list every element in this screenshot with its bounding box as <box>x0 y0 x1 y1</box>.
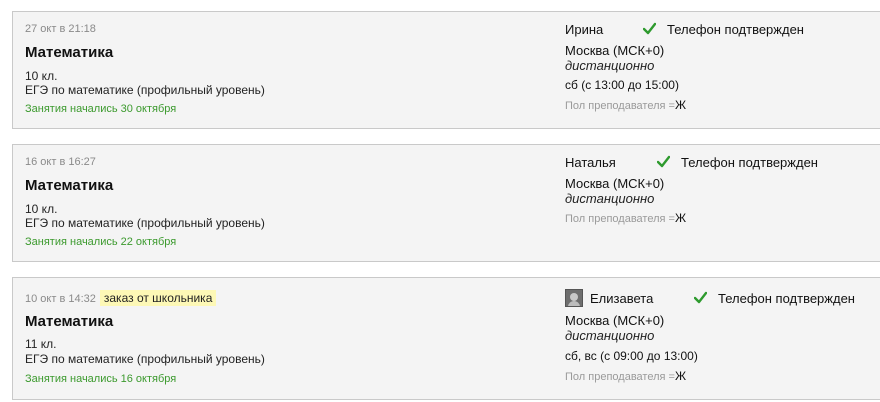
phone-status-label: Телефон подтвержден <box>681 155 818 170</box>
subject-title[interactable]: Математика <box>25 177 113 194</box>
schedule-label: сб (с 13:00 до 15:00) <box>565 78 679 92</box>
avatar-icon[interactable] <box>565 289 583 307</box>
tutor-gender-label: Пол преподавателя = <box>565 371 675 383</box>
tutor-gender: Пол преподавателя =Ж <box>565 98 686 112</box>
student-info: Елизавета Телефон подтвержден Москва (МС… <box>565 278 880 399</box>
lesson-mode: дистанционно <box>565 191 655 206</box>
student-name[interactable]: Наталья <box>565 155 616 170</box>
city-label: Москва (МСК+0) <box>565 43 665 58</box>
request-card[interactable]: 27 окт в 21:18 Математика 10 кл. ЕГЭ по … <box>12 11 880 129</box>
grade-label: 10 кл. <box>25 69 58 83</box>
student-order-badge: заказ от школьника <box>99 290 217 306</box>
phone-status-label: Телефон подтвержден <box>667 22 804 37</box>
request-timestamp: 27 окт в 21:18 <box>25 23 96 35</box>
request-card[interactable]: 10 окт в 14:32 заказ от школьника Математ… <box>12 277 880 400</box>
exam-label: ЕГЭ по математике (профильный уровень) <box>25 83 265 97</box>
city-label: Москва (МСК+0) <box>565 313 665 328</box>
request-card[interactable]: 16 окт в 16:27 Математика 10 кл. ЕГЭ по … <box>12 144 880 262</box>
lesson-mode: дистанционно <box>565 328 655 343</box>
grade-label: 10 кл. <box>25 202 58 216</box>
student-name[interactable]: Елизавета <box>590 291 653 306</box>
tutor-gender-value: Ж <box>674 369 687 383</box>
student-info: Ирина Телефон подтвержден Москва (МСК+0)… <box>565 12 880 128</box>
phone-status-label: Телефон подтвержден <box>718 291 855 306</box>
tutor-gender-label: Пол преподавателя = <box>565 213 675 225</box>
schedule-label: сб, вс (с 09:00 до 13:00) <box>565 349 698 363</box>
student-info: Наталья Телефон подтвержден Москва (МСК+… <box>565 145 880 261</box>
tutor-gender-label: Пол преподавателя = <box>565 100 675 112</box>
lessons-started-status: Занятия начались 30 октября <box>25 103 177 115</box>
phone-status: Телефон подтвержден <box>657 155 818 170</box>
check-icon <box>694 291 707 304</box>
tutor-gender-value: Ж <box>674 211 687 225</box>
request-timestamp: 10 окт в 14:32 заказ от школьника <box>25 290 217 306</box>
subject-title[interactable]: Математика <box>25 44 113 61</box>
phone-status: Телефон подтвержден <box>643 22 804 37</box>
student-name[interactable]: Ирина <box>565 22 603 37</box>
check-icon <box>643 22 656 35</box>
request-details: 27 окт в 21:18 Математика 10 кл. ЕГЭ по … <box>25 12 545 128</box>
check-icon <box>657 155 670 168</box>
request-details: 16 окт в 16:27 Математика 10 кл. ЕГЭ по … <box>25 145 545 261</box>
grade-label: 11 кл. <box>25 337 57 351</box>
tutor-gender: Пол преподавателя =Ж <box>565 211 686 225</box>
request-details: 10 окт в 14:32 заказ от школьника Математ… <box>25 278 545 399</box>
request-timestamp: 16 окт в 16:27 <box>25 156 96 168</box>
lessons-started-status: Занятия начались 22 октября <box>25 236 177 248</box>
lesson-mode: дистанционно <box>565 58 655 73</box>
exam-label: ЕГЭ по математике (профильный уровень) <box>25 216 265 230</box>
subject-title[interactable]: Математика <box>25 313 113 330</box>
tutor-gender-value: Ж <box>674 98 687 112</box>
tutor-gender: Пол преподавателя =Ж <box>565 369 686 383</box>
exam-label: ЕГЭ по математике (профильный уровень) <box>25 352 265 366</box>
lessons-started-status: Занятия начались 16 октября <box>25 373 177 385</box>
city-label: Москва (МСК+0) <box>565 176 665 191</box>
phone-status: Телефон подтвержден <box>694 291 855 306</box>
